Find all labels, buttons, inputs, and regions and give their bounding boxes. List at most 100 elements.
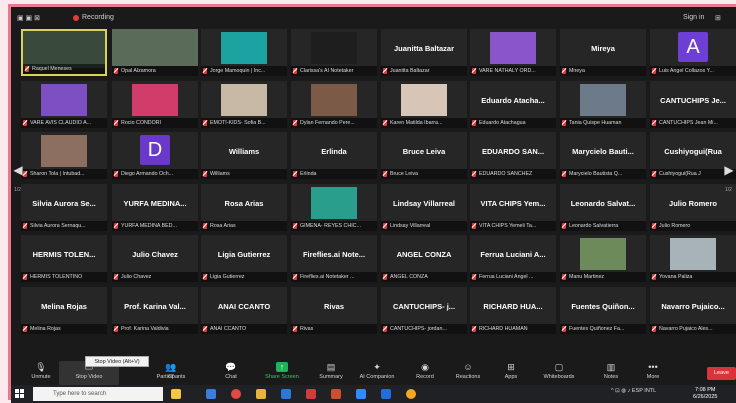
status-icons: ▣ ▣ ⊠ <box>17 15 40 22</box>
participant-tile[interactable]: Jorge Mamoquin | Inc... <box>201 29 287 76</box>
zoom-icon[interactable] <box>356 389 366 399</box>
participant-tile[interactable]: Julio Chavez Julio Chavez <box>112 235 198 282</box>
participant-tile[interactable]: Lindsay Villarreal Lindsay Villarreal <box>381 184 467 231</box>
pdf-icon[interactable] <box>306 389 316 399</box>
participant-tile[interactable]: ANAI CCANTO ANAI CCANTO <box>201 287 287 334</box>
participants-icon: 👥67 <box>165 362 177 380</box>
participant-tile[interactable]: Fireflies.ai Note... Fireflies.ai Notetak… <box>291 235 377 282</box>
participant-tile[interactable]: Karen Matilda Ibarra... <box>381 81 467 128</box>
participant-tile[interactable]: Tania Quispe Huaman <box>560 81 646 128</box>
participant-display-name: Silvia Aurora Se... <box>32 199 96 208</box>
apps-icon: ⊞ <box>507 362 515 372</box>
participant-tile[interactable]: Juanitta Baltazar Juanitta Baltazar <box>381 29 467 76</box>
vscode-icon[interactable] <box>281 389 291 399</box>
participant-tile[interactable]: Melina Rojas Melina Rojas <box>21 287 107 334</box>
participant-tile[interactable]: Raquel Meneses <box>21 29 107 76</box>
copilot-icon[interactable] <box>171 389 181 399</box>
participant-tile[interactable]: Ligia Gutierrez Ligia Gutierrez <box>201 235 287 282</box>
participant-tile[interactable]: Ferrua Luciani A... Ferrua Luciani Angel … <box>470 235 556 282</box>
participant-name-label: Manu Martinez <box>560 272 646 282</box>
participant-display-name: Rivas <box>323 302 344 311</box>
participant-tile[interactable]: Manu Martinez <box>560 235 646 282</box>
mic-muted-icon <box>472 171 476 177</box>
mic-muted-icon <box>383 326 387 332</box>
participant-tile[interactable]: ANGEL CONZA ANGEL CONZA <box>381 235 467 282</box>
system-tray[interactable]: ^ ⊡ ◍ ♪ ESP INTL <box>611 388 656 394</box>
next-page-icon[interactable]: ▶ <box>724 157 734 183</box>
participant-video <box>670 238 716 270</box>
taskbar-clock[interactable]: 7:08 PM 6/26/2025 <box>693 387 717 401</box>
chrome-icon[interactable] <box>231 389 241 399</box>
participant-name: Jorge Mamoquin | Inc... <box>210 68 266 74</box>
participant-tile[interactable]: Silvia Aurora Se... Silvia Aurora Sernaqu… <box>21 184 107 231</box>
taskbar-search-input[interactable]: Type here to search <box>33 387 163 401</box>
participant-tile[interactable]: Sharon Tola | Intubad... <box>21 132 107 179</box>
participant-name-label: Rocio CONDORI <box>112 118 198 128</box>
mic-muted-icon <box>114 326 118 332</box>
participant-name-label: Silvia Aurora Sernaqu... <box>21 221 107 231</box>
participant-tile[interactable]: Fuentes Quiñon... Fuentes Quiñonez Fa... <box>560 287 646 334</box>
participant-tile[interactable]: VARE NATHALY ORD... <box>470 29 556 76</box>
participant-tile[interactable]: Bruce Leiva Bruce Leiva <box>381 132 467 179</box>
participant-tile[interactable]: A Luis Angel Collazos Y... <box>650 29 736 76</box>
participant-display-name: Bruce Leiva <box>402 147 446 156</box>
windows-start-icon[interactable] <box>15 389 25 399</box>
participant-name: Ligia Gutierrez <box>210 274 245 280</box>
participant-name: Manu Martinez <box>569 274 605 280</box>
participant-tile[interactable]: CANTUCHIPS- j... CANTUCHIPS- jordan... <box>381 287 467 334</box>
participant-tile[interactable]: Navarro Pujaico... Navarro Pujaico Ales..… <box>650 287 736 334</box>
participant-tile[interactable]: Rivas Rivas <box>291 287 377 334</box>
participant-tile[interactable]: Opal Alzamora <box>112 29 198 76</box>
participant-tile[interactable]: Erlinda Erlinda <box>291 132 377 179</box>
powerpoint-icon[interactable] <box>331 389 341 399</box>
participant-name: Juanitta Baltazar <box>390 68 430 74</box>
participant-tile[interactable]: Marycielo Bauti... Marycielo Bautista Q..… <box>560 132 646 179</box>
participant-tile[interactable]: EMOTI-KIDS- Sofia B... <box>201 81 287 128</box>
participant-tile[interactable]: Dylan Fernando Pere... <box>291 81 377 128</box>
participant-name-label: Dylan Fernando Pere... <box>291 118 377 128</box>
edge-icon[interactable] <box>206 389 216 399</box>
participant-tile[interactable]: Clarissa's AI Notetaker <box>291 29 377 76</box>
participant-tile[interactable]: Rocio CONDORI <box>112 81 198 128</box>
participant-tile[interactable]: VITA CHIPS Yem... VITA CHIPS Yemeli Ta... <box>470 184 556 231</box>
participant-display-name: Mireya <box>591 44 615 53</box>
participant-display-name: Eduardo Atacha... <box>481 96 545 105</box>
participant-display-name: Ligia Gutierrez <box>217 250 271 259</box>
participant-tile[interactable]: D Diego Armando Och... <box>112 132 198 179</box>
participant-name-label: Bruce Leiva <box>381 169 467 179</box>
participant-tile[interactable]: YURFA MEDINA... YURFA MEDINA BED... <box>112 184 198 231</box>
participant-name: Lindsay Villarreal <box>390 223 431 229</box>
participants-button[interactable]: 👥67 Participants <box>141 361 201 385</box>
participant-tile[interactable]: Rosa Arias Rosa Arias <box>201 184 287 231</box>
mic-muted-icon <box>472 120 476 126</box>
participant-name: Prof. Karina Valdivia <box>121 326 169 332</box>
file-explorer-icon[interactable] <box>256 389 266 399</box>
participant-name-label: RICHARD HUAMAN <box>470 324 556 334</box>
participant-tile[interactable]: VARE AVIS CLAUDIO A... <box>21 81 107 128</box>
participant-tile[interactable]: Williams Williams <box>201 132 287 179</box>
prev-page-icon[interactable]: ◀ <box>13 157 23 183</box>
participant-display-name: YURFA MEDINA... <box>123 199 187 208</box>
mic-muted-icon <box>562 120 566 126</box>
whiteboards-button[interactable]: ▢ Whiteboards <box>529 361 589 385</box>
participant-name: GIMENA- REYES CHIC... <box>300 223 361 229</box>
mic-muted-icon <box>562 68 566 74</box>
participant-tile[interactable]: HERMIS TOLEN... HERMIS TOLENTINO <box>21 235 107 282</box>
participant-tile[interactable]: CANTUCHIPS Je... CANTUCHIPS Jean Mi... <box>650 81 736 128</box>
sign-in-link[interactable]: Sign in <box>683 14 704 21</box>
participant-tile[interactable]: Julio Romero Julio Romero <box>650 184 736 231</box>
more-button[interactable]: ••• More <box>623 361 683 385</box>
view-icon[interactable]: ⊞ <box>715 14 721 22</box>
participant-tile[interactable]: Eduardo Atacha... Eduardo Atachagua <box>470 81 556 128</box>
word-icon[interactable] <box>381 389 391 399</box>
participant-tile[interactable]: Yovana Paliza <box>650 235 736 282</box>
participant-tile[interactable]: GIMENA- REYES CHIC... <box>291 184 377 231</box>
participant-tile[interactable]: RICHARD HUA... RICHARD HUAMAN <box>470 287 556 334</box>
chrome-canary-icon[interactable] <box>406 389 416 399</box>
participant-tile[interactable]: Mireya Mireya <box>560 29 646 76</box>
leave-button[interactable]: Leave <box>707 367 736 380</box>
participant-tile[interactable]: EDUARDO SAN... EDUARDO SANCHEZ <box>470 132 556 179</box>
participant-display-name: Marycielo Bauti... <box>572 147 634 156</box>
participant-tile[interactable]: Prof. Karina Val... Prof. Karina Valdivia <box>112 287 198 334</box>
participant-tile[interactable]: Leonardo Salvat... Leonardo Salvatierra <box>560 184 646 231</box>
